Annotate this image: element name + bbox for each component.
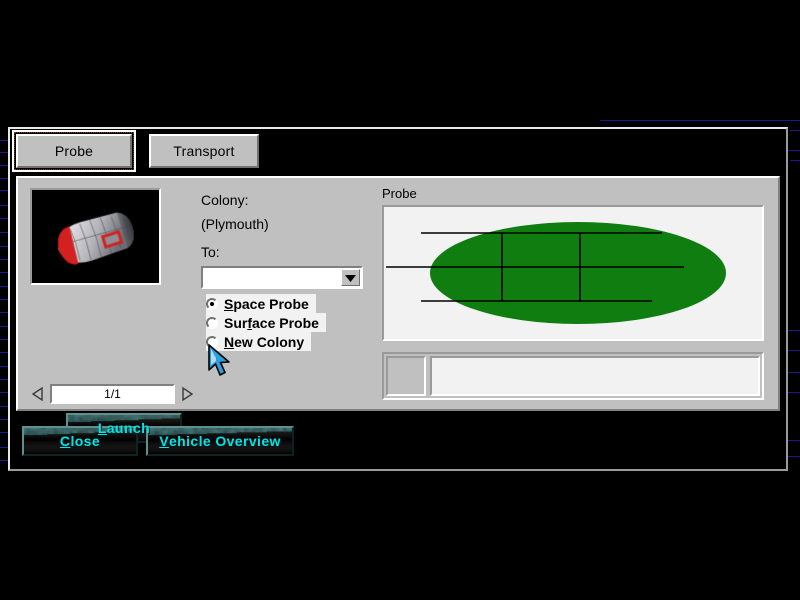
mission-type-radio-group: Space Probe Surface Probe New Colony: [206, 294, 326, 351]
triangle-left-icon[interactable]: [30, 385, 46, 403]
tab-probe[interactable]: Probe: [16, 134, 132, 168]
dialog-client-panel: 1/1 Launch Colony: (Plymouth) To:: [16, 176, 780, 411]
ship-preview-frame: [30, 188, 161, 285]
radio-surface-probe-label: Surface Probe: [224, 315, 319, 331]
overview-label-rest: ehicle Overview: [169, 433, 281, 449]
close-accel-key: C: [60, 433, 71, 449]
probe-cross-section-diagram: [384, 207, 762, 339]
probe-group-box: Probe: [380, 186, 768, 404]
radio-space-probe-label: Space Probe: [224, 296, 309, 312]
close-button[interactable]: Close: [22, 426, 138, 456]
page-indicator-value: 1/1: [104, 387, 121, 401]
radio-space-probe[interactable]: Space Probe: [206, 294, 316, 313]
tab-probe-label: Probe: [55, 143, 93, 159]
radio-new-colony-label: New Colony: [224, 334, 304, 350]
radio-surface-probe[interactable]: Surface Probe: [206, 313, 326, 332]
vehicle-overview-button[interactable]: Vehicle Overview: [146, 426, 294, 456]
triangle-right-icon[interactable]: [179, 385, 195, 403]
overview-accel-key: V: [159, 433, 169, 449]
probe-status-icon: [386, 356, 426, 396]
colony-label: Colony:: [201, 192, 248, 208]
tab-strip: Probe Transport: [16, 134, 786, 168]
colony-value: (Plymouth): [201, 216, 269, 232]
probe-status-text: [430, 356, 760, 396]
close-button-label: Close: [24, 428, 136, 454]
radio-space-probe-indicator[interactable]: [206, 298, 218, 310]
close-label-rest: lose: [70, 433, 100, 449]
destination-combobox[interactable]: [201, 266, 363, 289]
radio-new-colony[interactable]: New Colony: [206, 332, 311, 351]
ship-preview-image: [32, 190, 159, 283]
tab-transport[interactable]: Transport: [149, 134, 259, 168]
radio-surface-probe-indicator[interactable]: [206, 317, 218, 329]
radio-new-colony-indicator[interactable]: [206, 336, 218, 348]
probe-launch-dialog: Probe Transport 1/1: [8, 127, 788, 471]
chevron-down-icon[interactable]: [341, 269, 360, 286]
page-spinner: 1/1: [30, 383, 195, 405]
page-indicator-field[interactable]: 1/1: [50, 384, 175, 404]
destination-value: [203, 268, 341, 287]
tab-transport-label: Transport: [173, 143, 234, 159]
probe-group-title: Probe: [382, 186, 417, 201]
probe-diagram-view[interactable]: [382, 205, 764, 341]
destination-label: To:: [201, 244, 220, 260]
probe-status-bar: [382, 352, 764, 400]
vehicle-overview-button-label: Vehicle Overview: [148, 428, 292, 454]
